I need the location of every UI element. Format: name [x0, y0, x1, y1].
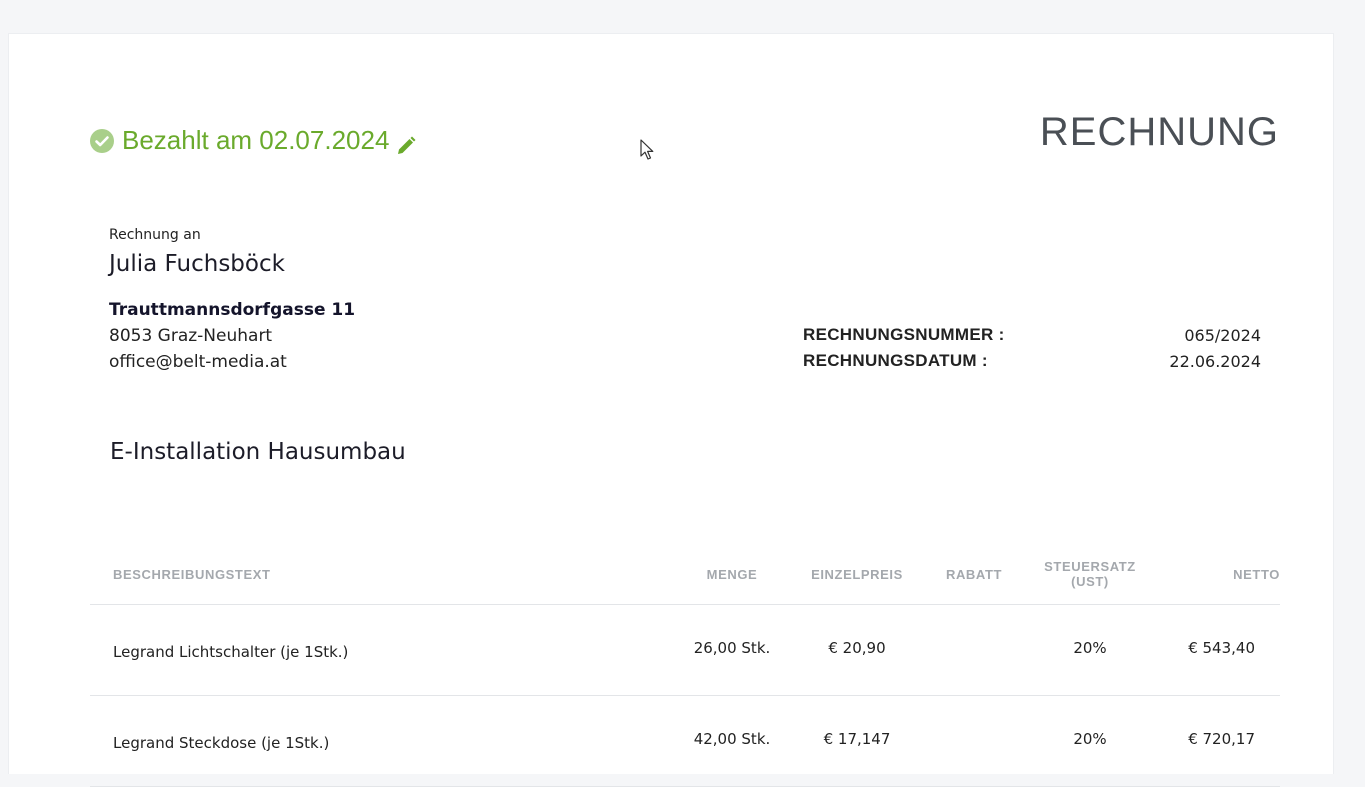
check-circle-icon — [90, 128, 114, 153]
address-street: Trauttmannsdorfgasse 11 — [109, 300, 356, 320]
header-tax-rate: STEUERSATZ (UST) — [1020, 559, 1160, 589]
row-description: Legrand Lichtschalter (je 1Stk.) — [113, 643, 349, 661]
header-tax-rate-line2: (UST) — [1071, 574, 1109, 589]
mouse-cursor-icon — [640, 139, 654, 161]
header-discount: RABATT — [945, 566, 1003, 582]
pencil-icon[interactable] — [396, 132, 416, 154]
row-net: € 543,40 — [1188, 639, 1255, 657]
invoice-number-row: RECHNUNGSNUMMER : 065/2024 — [803, 322, 1261, 348]
invoice-date-label: RECHNUNGSDATUM : — [803, 351, 988, 370]
line-items-table: BESCHREIBUNGSTEXT MENGE EINZELPREIS RABA… — [90, 544, 1280, 787]
table-row: Legrand Steckdose (je 1Stk.) 42,00 Stk. … — [90, 696, 1280, 787]
invoice-number-value: 065/2024 — [1184, 325, 1261, 345]
paid-status-text: Bezahlt am 02.07.2024 — [122, 125, 390, 155]
header-tax-rate-line1: STEUERSATZ — [1044, 559, 1136, 574]
project-title: E-Installation Hausumbau — [110, 439, 406, 465]
address-email: office@belt-media.at — [109, 352, 287, 372]
row-quantity: 26,00 Stk. — [693, 639, 771, 657]
header-unit-price: EINZELPREIS — [811, 566, 903, 582]
header-description: BESCHREIBUNGSTEXT — [113, 566, 271, 582]
document-title: RECHNUNG — [1039, 110, 1279, 154]
row-description: Legrand Steckdose (je 1Stk.) — [113, 734, 330, 752]
paid-status[interactable]: Bezahlt am 02.07.2024 — [90, 125, 416, 156]
row-tax-rate: 20% — [1073, 639, 1107, 657]
invoice-date-value: 22.06.2024 — [1169, 351, 1261, 371]
address-city: 8053 Graz-Neuhart — [109, 326, 273, 346]
table-header: BESCHREIBUNGSTEXT MENGE EINZELPREIS RABA… — [90, 544, 1280, 605]
header-quantity: MENGE — [706, 566, 758, 582]
row-unit-price: € 17,147 — [823, 730, 891, 748]
header-net: NETTO — [1233, 566, 1280, 582]
invoice-meta: RECHNUNGSNUMMER : 065/2024 RECHNUNGSDATU… — [803, 322, 1261, 374]
invoice-number-label: RECHNUNGSNUMMER : — [803, 325, 1005, 344]
customer-address: Trauttmannsdorfgasse 11 8053 Graz-Neuhar… — [109, 297, 355, 375]
row-tax-rate: 20% — [1073, 730, 1107, 748]
invoice-date-row: RECHNUNGSDATUM : 22.06.2024 — [803, 348, 1261, 374]
row-net: € 720,17 — [1188, 730, 1255, 748]
invoice-page: Bezahlt am 02.07.2024 RECHNUNG Rechnung … — [8, 33, 1334, 787]
table-row: Legrand Lichtschalter (je 1Stk.) 26,00 S… — [90, 605, 1280, 696]
bill-to-label: Rechnung an — [109, 227, 201, 243]
customer-name: Julia Fuchsböck — [109, 251, 285, 277]
row-quantity: 42,00 Stk. — [693, 730, 771, 748]
row-unit-price: € 20,90 — [828, 639, 886, 657]
